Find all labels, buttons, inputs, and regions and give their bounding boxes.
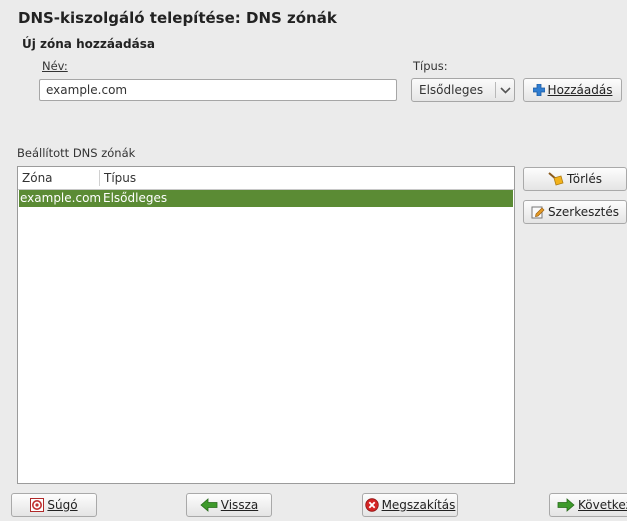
zone-cell: example.com [20,191,102,205]
help-icon [30,498,45,512]
cancel-icon [364,498,379,512]
configured-zones-label: Beállított DNS zónák [17,146,136,160]
column-header-type[interactable]: Típus [104,171,136,185]
table-header: Zóna Típus [18,167,514,190]
column-header-zone[interactable]: Zóna [22,171,53,185]
help-button[interactable]: Súgó [11,493,97,517]
zones-table[interactable]: Zóna Típus example.com Elsődleges [17,166,515,484]
broom-icon [548,172,564,186]
column-separator [99,170,100,186]
next-button[interactable]: Következő [549,493,627,517]
edit-icon [531,205,545,219]
add-button-label: Hozzáadás [547,83,613,97]
back-button[interactable]: Vissza [186,493,272,517]
add-button[interactable]: Hozzáadás [523,78,622,102]
next-button-label: Következő [578,498,627,512]
page-title: DNS-kiszolgáló telepítése: DNS zónák [18,9,337,27]
zone-type-select[interactable]: Elsődleges [411,78,515,102]
back-button-label: Vissza [220,498,259,512]
abort-button-label: Megszakítás [381,498,456,512]
chevron-down-icon[interactable] [496,86,514,94]
help-button-label: Súgó [47,498,78,512]
arrow-left-icon [200,498,218,512]
zone-name-input[interactable] [39,79,397,101]
name-label: Név: [42,59,68,73]
type-label: Típus: [413,59,448,73]
edit-button-label: Szerkesztés [547,205,620,219]
abort-button[interactable]: Megszakítás [362,493,458,517]
table-row[interactable]: example.com Elsődleges [19,190,513,207]
plus-icon [532,84,545,96]
delete-button[interactable]: Törlés [523,167,627,191]
arrow-right-icon [557,498,575,512]
type-cell: Elsődleges [103,191,168,205]
delete-button-label: Törlés [566,172,602,186]
edit-button[interactable]: Szerkesztés [523,200,627,224]
zone-type-value: Elsődleges [419,83,484,97]
new-zone-section-title: Új zóna hozzáadása [22,37,155,51]
